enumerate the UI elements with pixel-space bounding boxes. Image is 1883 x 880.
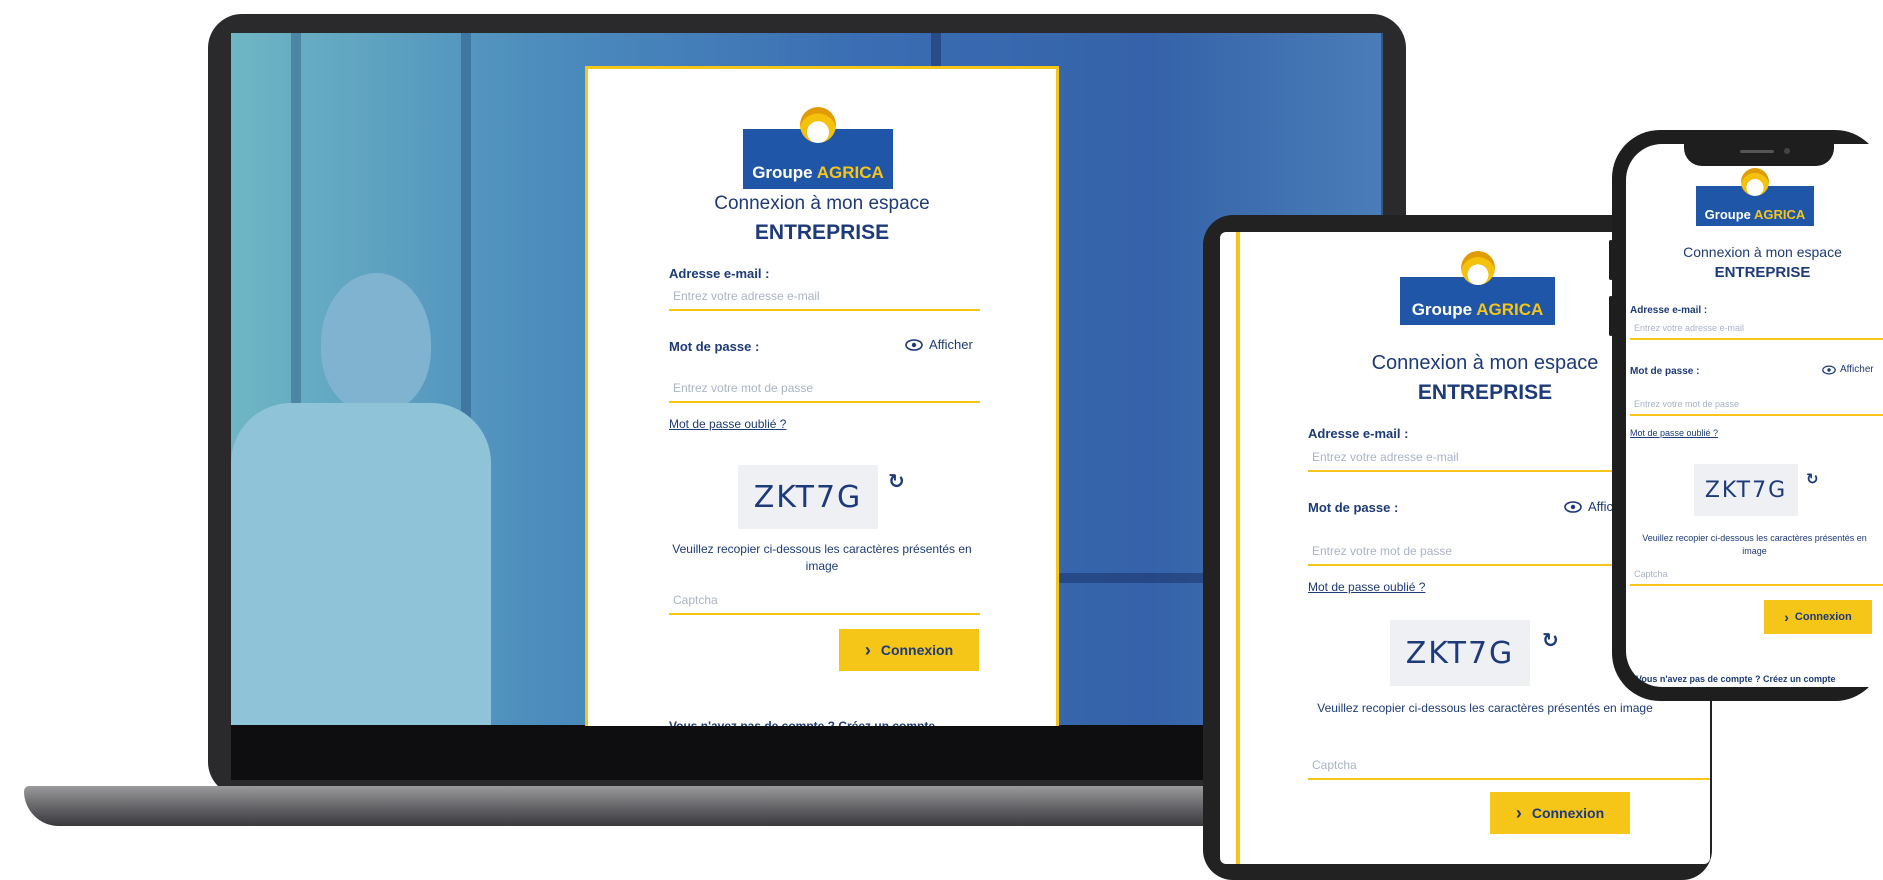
sun-logo-icon bbox=[1741, 168, 1769, 196]
yellow-accent-bar bbox=[1236, 232, 1240, 864]
brand-name-accent: AGRICA bbox=[1476, 300, 1544, 320]
eye-icon bbox=[905, 338, 923, 351]
brand-name: Groupe bbox=[752, 163, 813, 182]
brand-name-accent: AGRICA bbox=[1754, 207, 1806, 222]
password-label: Mot de passe : bbox=[669, 339, 760, 354]
signup-prompt[interactable]: Vous n'avez pas de compte ? Créez un com… bbox=[1636, 674, 1836, 684]
front-camera bbox=[1784, 148, 1790, 154]
captcha-image: ZKT7G bbox=[1694, 464, 1798, 516]
brand-logo: Groupe AGRICA bbox=[1696, 168, 1814, 226]
forgot-password-link[interactable]: Mot de passe oublié ? bbox=[669, 417, 786, 431]
email-input[interactable] bbox=[1630, 318, 1883, 340]
laptop-login-panel: Groupe AGRICA Connexion à mon espace ENT… bbox=[585, 66, 1059, 726]
chevron-right-icon: › bbox=[1515, 802, 1522, 823]
signup-prompt[interactable]: Vous n'avez pas de compte ? Créez un com… bbox=[669, 719, 935, 726]
brand-logo: Groupe AGRICA bbox=[743, 107, 893, 189]
person-photo-head bbox=[321, 273, 431, 413]
connexion-button[interactable]: › Connexion bbox=[1764, 600, 1872, 634]
email-label: Adresse e-mail : bbox=[669, 266, 770, 281]
chevron-right-icon: › bbox=[1784, 609, 1789, 625]
forgot-password-link[interactable]: Mot de passe oublié ? bbox=[1308, 580, 1425, 594]
password-input[interactable] bbox=[1630, 394, 1883, 416]
refresh-icon[interactable]: ↻ bbox=[1542, 628, 1559, 653]
phone-notch bbox=[1684, 140, 1834, 166]
email-label: Adresse e-mail : bbox=[1630, 305, 1708, 316]
email-input[interactable] bbox=[669, 283, 980, 311]
refresh-icon[interactable]: ↻ bbox=[1806, 470, 1819, 488]
person-photo-body bbox=[231, 403, 491, 725]
eye-icon bbox=[1564, 500, 1582, 513]
page-title: Connexion à mon espace ENTREPRISE bbox=[714, 193, 930, 244]
sun-logo-icon bbox=[800, 107, 836, 143]
password-label: Mot de passe : bbox=[1308, 500, 1399, 515]
sun-logo-icon bbox=[1460, 251, 1495, 285]
captcha-instructions: Veuillez recopier ci-dessous les caractè… bbox=[1642, 533, 1867, 556]
captcha-input[interactable] bbox=[669, 587, 980, 615]
eye-icon bbox=[1822, 364, 1836, 375]
brand-name: Groupe bbox=[1704, 207, 1751, 222]
password-label: Mot de passe : bbox=[1630, 366, 1700, 377]
page-title: Connexion à mon espace ENTREPRISE bbox=[1683, 244, 1842, 281]
forgot-password-link[interactable]: Mot de passe oublié ? bbox=[1630, 428, 1718, 438]
captcha-instructions: Veuillez recopier ci-dessous les caractè… bbox=[1317, 701, 1653, 715]
captcha-input[interactable] bbox=[1630, 564, 1883, 586]
captcha-instructions: Veuillez recopier ci-dessous les caractè… bbox=[672, 542, 972, 573]
captcha-input[interactable] bbox=[1308, 752, 1710, 780]
chevron-right-icon: › bbox=[864, 639, 871, 660]
email-label: Adresse e-mail : bbox=[1308, 426, 1409, 441]
connexion-button[interactable]: › Connexion bbox=[1490, 792, 1630, 834]
brand-name-accent: AGRICA bbox=[816, 163, 884, 182]
speaker-grille bbox=[1740, 150, 1774, 153]
show-password-toggle[interactable]: Afficher bbox=[905, 337, 973, 352]
refresh-icon[interactable]: ↻ bbox=[888, 469, 905, 494]
captcha-image: ZKT7G bbox=[1390, 620, 1530, 686]
brand-name: Groupe bbox=[1411, 300, 1473, 320]
show-password-toggle[interactable]: Afficher bbox=[1822, 364, 1874, 375]
captcha-image: ZKT7G bbox=[738, 465, 878, 529]
brand-logo: Groupe AGRICA bbox=[1400, 251, 1555, 325]
password-input[interactable] bbox=[669, 375, 980, 403]
phone-login-panel: Groupe AGRICA Connexion à mon espace ENT… bbox=[1626, 144, 1883, 687]
connexion-button[interactable]: › Connexion bbox=[839, 629, 979, 671]
